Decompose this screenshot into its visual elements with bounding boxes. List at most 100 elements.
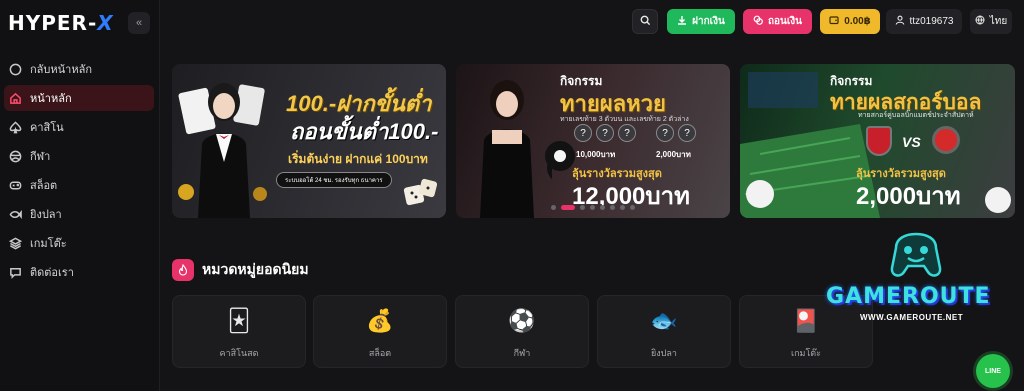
category-label: ยิงปลา — [651, 348, 677, 358]
promo-banner-min-deposit[interactable]: 100.-ฝากขั้นต่ำ ถอนขั้นต่ำ100.- เริ่มต้น… — [172, 64, 446, 218]
sidebar-item-slots[interactable]: สล็อต — [4, 172, 154, 198]
sidebar-item-back-home[interactable]: กลับหน้าหลัก — [4, 56, 154, 82]
coins-icon — [753, 15, 763, 28]
layers-icon — [8, 236, 22, 250]
username: ttz019673 — [909, 16, 954, 27]
withdraw-button[interactable]: ถอนเงิน — [743, 9, 812, 34]
sidebar-item-contact[interactable]: ติดต่อเรา — [4, 259, 154, 285]
sidebar-item-label: เกมโต๊ะ — [30, 238, 67, 250]
sidebar-item-casino[interactable]: คาสิโน — [4, 114, 154, 140]
question-ball-icon: ? — [596, 124, 614, 142]
question-ball-icon: ? — [678, 124, 696, 142]
balance-value: 0.00฿ — [844, 16, 871, 27]
circle-icon — [8, 62, 22, 76]
carousel-dot[interactable] — [630, 205, 635, 210]
category-card-slots[interactable]: 💰 สล็อต — [313, 295, 447, 368]
globe-icon — [975, 15, 985, 28]
line-chat-label: LINE — [985, 367, 1001, 375]
sidebar-item-label: กลับหน้าหลัก — [30, 64, 92, 76]
fish-icon: 🐟 — [650, 308, 678, 333]
carousel-dot[interactable] — [551, 205, 556, 210]
collapse-sidebar-button[interactable]: « — [128, 12, 150, 34]
download-icon — [677, 15, 687, 28]
dealer-illustration — [178, 83, 267, 218]
team-b-crest-icon — [932, 126, 960, 154]
language-button[interactable]: ไทย — [970, 9, 1012, 34]
category-card-live-casino[interactable]: 🃏 คาสิโนสด — [172, 295, 306, 368]
deposit-button[interactable]: ฝากเงิน — [667, 9, 735, 34]
brand-name-left: HYPER- — [8, 11, 98, 35]
sidebar-item-label: หน้าหลัก — [30, 93, 72, 105]
lottery-three-balls: ? ? ? — [574, 124, 636, 142]
casino-chips-icon: 🃏 — [227, 308, 251, 333]
promo-banner-lottery[interactable]: กิจกรรม ทายผลหวย ทายเลขท้าย 3 ตัวบน และเ… — [456, 64, 730, 218]
cards-icon: 🎴 — [792, 308, 820, 333]
carousel-dot[interactable] — [590, 205, 595, 210]
carousel-dot[interactable] — [580, 205, 585, 210]
fish-icon — [8, 207, 22, 221]
carousel-dot[interactable] — [600, 205, 605, 210]
search-button[interactable] — [632, 9, 658, 34]
sidebar: HYPER-X « กลับหน้าหลัก หน้าหลัก คาสิโน ก… — [0, 0, 160, 391]
sidebar-item-label: ยิงปลา — [30, 209, 62, 221]
category-label: กีฬา — [513, 348, 531, 358]
banner3-vs: VS — [902, 134, 921, 150]
popular-categories-header: หมวดหมู่ยอดนิยม — [172, 259, 309, 281]
gamepad-icon — [8, 178, 22, 192]
sidebar-item-sports[interactable]: กีฬา — [4, 143, 154, 169]
category-label: เกมโต๊ะ — [791, 348, 821, 358]
question-ball-icon: ? — [618, 124, 636, 142]
question-ball-icon: ? — [656, 124, 674, 142]
category-card-sports[interactable]: ⚽ กีฬา — [455, 295, 589, 368]
flame-icon — [172, 259, 194, 281]
top-bar: ฝากเงิน ถอนเงิน 0.00฿ ttz019673 ไทย — [160, 0, 1024, 44]
deposit-label: ฝากเงิน — [692, 16, 725, 27]
banner2-prize-a: 10,000บาท — [576, 150, 616, 159]
sidebar-item-label: ติดต่อเรา — [30, 267, 74, 279]
sidebar-item-label: สล็อต — [30, 180, 58, 192]
soccer-ball-icon: ⚽ — [508, 308, 536, 333]
language-label: ไทย — [989, 16, 1008, 27]
dice-icon — [403, 178, 438, 206]
lottery-two-balls: ? ? — [656, 124, 696, 142]
line-chat-button[interactable]: LINE — [976, 354, 1010, 388]
category-card-fishing[interactable]: 🐟 ยิงปลา — [597, 295, 731, 368]
sidebar-item-fishing[interactable]: ยิงปลา — [4, 201, 154, 227]
user-icon — [895, 15, 905, 28]
user-menu-button[interactable]: ttz019673 — [886, 9, 962, 34]
question-ball-icon: ? — [574, 124, 592, 142]
sidebar-nav: กลับหน้าหลัก หน้าหลัก คาสิโน กีฬา สล็อต … — [0, 56, 160, 288]
sidebar-item-home[interactable]: หน้าหลัก — [4, 85, 154, 111]
popular-categories-title: หมวดหมู่ยอดนิยม — [202, 261, 309, 277]
category-label: คาสิโนสด — [219, 348, 259, 358]
spade-icon — [8, 120, 22, 134]
team-a-crest-icon — [866, 126, 892, 156]
carousel-dot-active[interactable] — [561, 205, 575, 210]
chat-icon — [8, 265, 22, 279]
banner1-line2: ถอนขั้นต่ำ100.- — [290, 119, 439, 144]
search-icon — [640, 15, 651, 29]
carousel-dots — [551, 205, 635, 210]
ball-icon — [8, 149, 22, 163]
withdraw-label: ถอนเงิน — [767, 16, 803, 27]
sidebar-item-label: กีฬา — [30, 151, 51, 163]
sidebar-item-label: คาสิโน — [30, 122, 64, 134]
treasure-chest-icon: 💰 — [366, 308, 394, 333]
home-icon — [8, 91, 22, 105]
watermark-gamepad-logo — [890, 232, 942, 277]
banner1-line3: เริ่มต้นง่าย ฝากแค่ 100บาท — [288, 152, 428, 166]
balance-button[interactable]: 0.00฿ — [820, 9, 880, 34]
banner2-prize-b: 2,000บาท — [656, 150, 691, 159]
carousel-dot[interactable] — [620, 205, 625, 210]
watermark-url: WWW.GAMEROUTE.NET — [860, 313, 964, 322]
carousel-dot[interactable] — [610, 205, 615, 210]
watermark-name: GAMEROUTE — [826, 284, 991, 309]
brand-logo[interactable]: HYPER-X — [8, 11, 114, 35]
promo-banner-football-score[interactable]: กิจกรรม ทายผลสกอร์บอล ทายสกอร์คู่บอลบิ๊ก… — [740, 64, 1015, 218]
brand-name-x: X — [97, 11, 114, 35]
sidebar-item-table-games[interactable]: เกมโต๊ะ — [4, 230, 154, 256]
model-illustration — [480, 80, 552, 218]
banner3-subtitle: ทายสกอร์คู่บอลบิ๊กแมตช์ประจำสัปดาห์ — [858, 112, 974, 119]
banner3-total-value: 2,000บาท — [856, 183, 961, 210]
wallet-icon — [829, 15, 839, 28]
